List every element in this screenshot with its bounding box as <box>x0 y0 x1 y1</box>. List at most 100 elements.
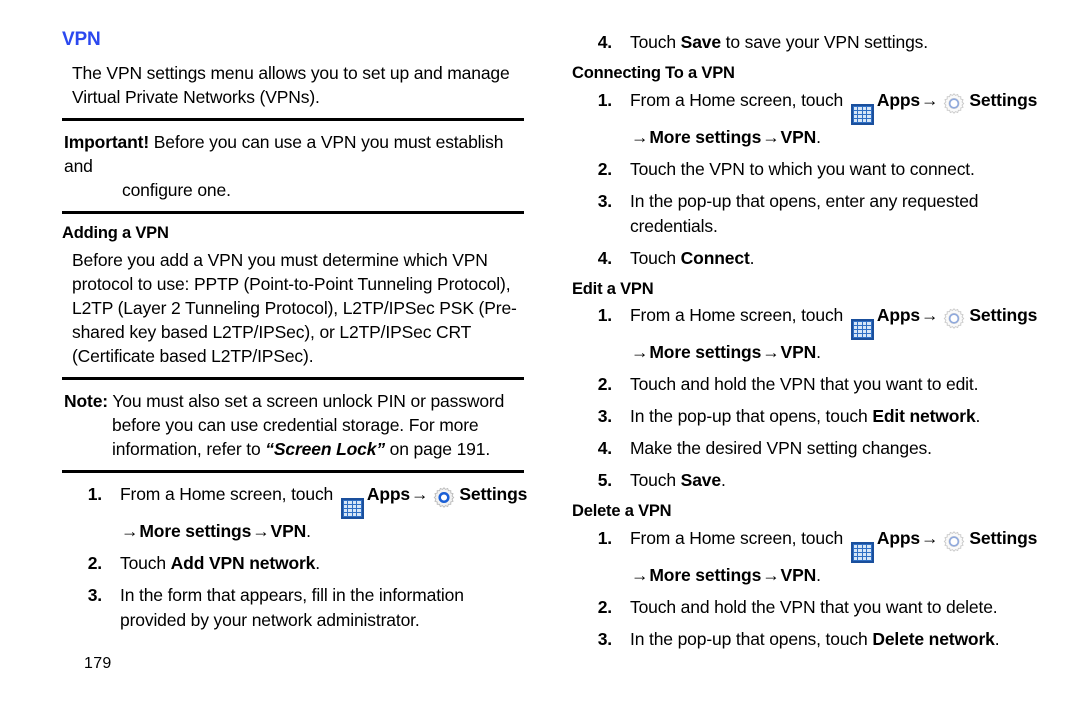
gear-icon[interactable] <box>942 92 966 117</box>
step-item: 1. From a Home screen, touch Apps→ Setting… <box>572 526 1042 588</box>
right-column: 4. Touch Save to save your VPN settings. … <box>572 30 1042 659</box>
settings-label: Settings <box>969 527 1038 548</box>
step-text-post: . <box>749 247 755 268</box>
step-text-pre: In the pop-up that opens, touch <box>630 628 873 649</box>
step-number: 5. <box>597 470 612 491</box>
edit-a-vpn-heading: Edit a VPN <box>572 279 654 298</box>
step-text: Touch and hold the VPN that you want to … <box>630 596 998 617</box>
step-item: 3. In the pop-up that opens, touch Edit n… <box>572 404 1042 429</box>
page-number: 179 <box>84 655 112 672</box>
step-text-pre: Touch <box>630 470 681 491</box>
step-item: 4. Touch Save to save your VPN settings. <box>572 30 1042 55</box>
step-bold-term: Delete network <box>872 628 995 649</box>
period: . <box>816 126 821 147</box>
step-number: 3. <box>597 190 612 211</box>
note-ref-italic: “Screen Lock” <box>265 438 385 459</box>
step-item: 3. In the pop-up that opens, touch Delete… <box>572 627 1042 652</box>
important-hanging: configure one. <box>122 179 231 200</box>
adding-a-vpn-steps: 1. From a Home screen, touch Apps→ Setting… <box>62 482 532 633</box>
step-text-pre: In the pop-up that opens, touch <box>630 406 873 427</box>
step-item: 1. From a Home screen, touch Apps→ Setting… <box>572 303 1042 365</box>
arrow-glyph: → <box>631 564 649 585</box>
gear-icon[interactable] <box>432 486 456 511</box>
step-number: 1. <box>597 527 612 548</box>
settings-label: Settings <box>969 89 1038 110</box>
more-settings-label: More settings <box>649 342 762 363</box>
step-number: 2. <box>597 596 612 617</box>
apps-grid-icon[interactable] <box>850 103 874 125</box>
note-label: Note: <box>64 390 108 411</box>
note-hanging-line-1: before you can use credential storage. F… <box>112 414 479 435</box>
step-text-pre: From a Home screen, touch <box>120 483 338 504</box>
step-text: Touch and hold the VPN that you want to … <box>630 374 979 395</box>
divider-rule <box>62 210 524 214</box>
intro-paragraph: The VPN settings menu allows you to set … <box>72 62 510 107</box>
step-number: 2. <box>87 552 102 573</box>
adding-a-vpn-paragraph: Before you add a VPN you must determine … <box>72 249 517 366</box>
note-body: You must also set a screen unlock PIN or… <box>112 390 505 411</box>
step-number: 3. <box>87 584 102 605</box>
step-text-pre: Touch <box>120 552 171 573</box>
important-label: Important! <box>64 131 150 152</box>
vpn-label: VPN <box>270 520 307 541</box>
divider-rule <box>62 117 524 121</box>
step-item: 1. From a Home screen, touch Apps→ Setting… <box>572 88 1042 150</box>
step-text-pre: From a Home screen, touch <box>630 305 848 326</box>
settings-label: Settings <box>969 305 1038 326</box>
step-number: 1. <box>597 305 612 326</box>
apps-grid-icon[interactable] <box>850 319 874 341</box>
step-number: 1. <box>87 483 102 504</box>
step-bold-term: Edit network <box>872 406 976 427</box>
step-bold-term: Save <box>680 470 721 491</box>
apps-grid-icon[interactable] <box>340 497 364 519</box>
step-text: In the form that appears, fill in the in… <box>120 584 464 630</box>
delete-a-vpn-heading: Delete a VPN <box>572 502 672 521</box>
step-continuation: →More settings→VPN. <box>630 563 1042 588</box>
divider-rule <box>62 376 524 380</box>
step-text: In the pop-up that opens, enter any requ… <box>630 190 979 236</box>
step-number: 4. <box>597 247 612 268</box>
apps-grid-icon[interactable] <box>850 541 874 563</box>
more-settings-label: More settings <box>649 564 762 585</box>
step-continuation: →More settings→VPN. <box>630 340 1042 365</box>
connecting-to-a-vpn-steps: 1. From a Home screen, touch Apps→ Setting… <box>572 88 1042 271</box>
step-number: 2. <box>597 158 612 179</box>
divider-rule <box>62 469 524 473</box>
period: . <box>306 520 311 541</box>
arrow-glyph: → <box>921 527 939 548</box>
edit-a-vpn-steps: 1. From a Home screen, touch Apps→ Setting… <box>572 303 1042 493</box>
vpn-label: VPN <box>780 564 817 585</box>
vpn-label: VPN <box>780 342 817 363</box>
step-number: 4. <box>597 438 612 459</box>
adding-a-vpn-heading: Adding a VPN <box>62 223 169 242</box>
page-title: VPN <box>62 29 101 50</box>
step-text-post: to save your VPN settings. <box>720 32 928 52</box>
step-text-post: . <box>315 552 320 573</box>
step-bold-term: Connect <box>680 247 750 268</box>
connecting-to-a-vpn-heading: Connecting To a VPN <box>572 64 735 82</box>
arrow-glyph: → <box>121 520 139 541</box>
step-number: 3. <box>597 406 612 427</box>
step-item: 4. Touch Connect. <box>572 246 1042 271</box>
arrow-glyph: → <box>762 126 780 147</box>
arrow-glyph: → <box>252 520 270 541</box>
step-item: 3. In the pop-up that opens, enter any re… <box>572 189 1042 239</box>
step-number: 4. <box>597 32 612 52</box>
note-hanging-line-2: information, refer to “Screen Lock” on p… <box>64 437 532 461</box>
arrow-glyph: → <box>921 305 939 326</box>
gear-icon[interactable] <box>942 307 966 332</box>
apps-label: Apps <box>876 527 921 548</box>
period: . <box>816 564 821 585</box>
step-continuation: →More settings→VPN. <box>120 519 532 544</box>
important-callout: Important! Before you can use a VPN you … <box>62 130 532 202</box>
step-item: 2. Touch Add VPN network. <box>62 551 532 576</box>
period: . <box>816 342 821 363</box>
step-continuation: →More settings→VPN. <box>630 125 1042 150</box>
manual-page: VPN The VPN settings menu allows you to … <box>0 0 1080 720</box>
step-bold-term: Save <box>680 32 721 52</box>
step-item: 4. Make the desired VPN setting changes. <box>572 436 1042 461</box>
arrow-glyph: → <box>762 564 780 585</box>
gear-icon[interactable] <box>942 530 966 555</box>
more-settings-label: More settings <box>139 520 252 541</box>
step-text-post: . <box>994 628 1000 649</box>
